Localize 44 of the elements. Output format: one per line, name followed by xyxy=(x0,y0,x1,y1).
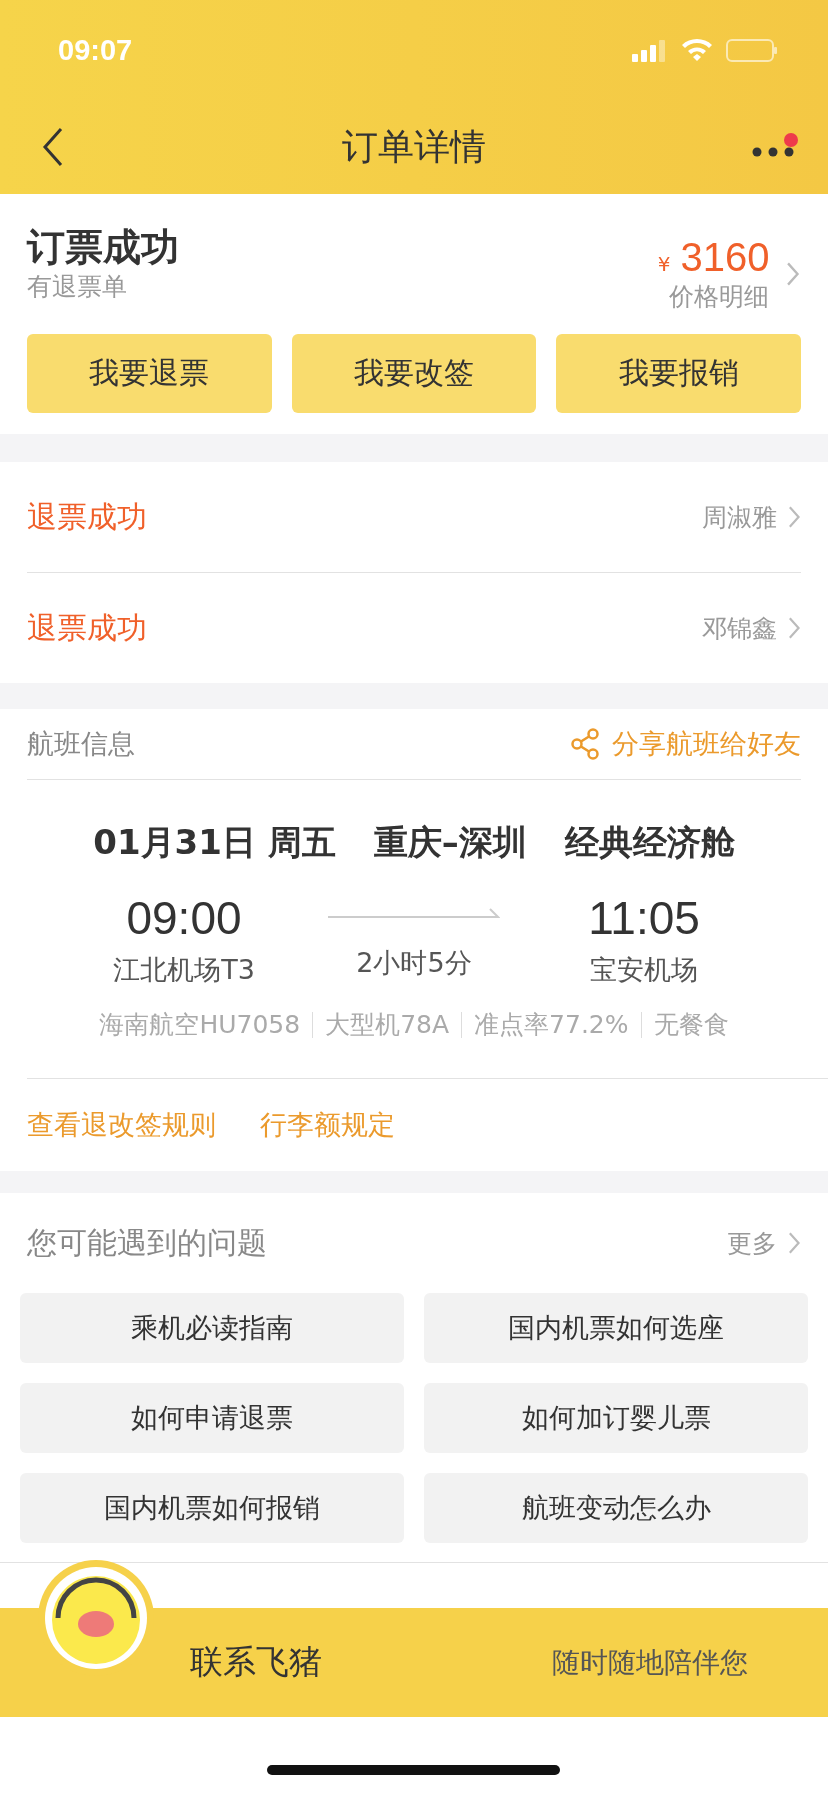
wifi-icon xyxy=(680,38,712,62)
page-title: 订单详情 xyxy=(342,124,486,169)
departure-time: 09:00 xyxy=(126,891,242,946)
departure-airport: 江北机场T3 xyxy=(113,953,255,987)
battery-icon xyxy=(726,38,778,62)
question-button[interactable]: 如何申请退票 xyxy=(20,1383,404,1453)
order-note: 有退票单 xyxy=(27,271,128,303)
arrival-airport: 宝安机场 xyxy=(590,953,698,987)
action-button[interactable]: 我要报销 xyxy=(556,334,801,413)
arrival-time: 11:05 xyxy=(588,891,700,946)
flight-detail: 无餐食 xyxy=(653,1009,729,1041)
refund-status: 退票成功 xyxy=(27,608,147,647)
question-button[interactable]: 乘机必读指南 xyxy=(20,1293,404,1363)
contact-slogan: 随时随地陪伴您 xyxy=(552,1644,748,1681)
back-icon xyxy=(42,127,64,167)
share-icon xyxy=(570,728,600,760)
chevron-right-icon xyxy=(786,505,801,529)
price: 3160 xyxy=(680,234,770,280)
section-title: 航班信息 xyxy=(27,727,135,761)
more-icon xyxy=(752,147,794,157)
currency-symbol: ¥ xyxy=(657,252,671,276)
chevron-right-icon xyxy=(786,1231,801,1255)
flight-date: 01月31日 周五 xyxy=(93,821,336,864)
chevron-right-icon xyxy=(785,261,801,287)
question-button[interactable]: 航班变动怎么办 xyxy=(424,1473,808,1543)
flight-detail: 准点率77.2% xyxy=(474,1009,629,1041)
cabin-class: 经典经济舱 xyxy=(564,821,735,864)
action-button[interactable]: 我要退票 xyxy=(27,334,272,413)
chevron-right-icon xyxy=(786,616,801,640)
order-status: 订票成功 xyxy=(27,224,179,270)
signal-icon xyxy=(632,38,666,62)
contact-bar[interactable]: 联系飞猪 随时随地陪伴您 xyxy=(0,1608,828,1717)
flight-detail: 海南航空HU7058 xyxy=(99,1009,301,1041)
section-title: 您可能遇到的问题 xyxy=(27,1223,267,1262)
flight-detail: 大型机78A xyxy=(325,1009,450,1041)
question-button[interactable]: 国内机票如何选座 xyxy=(424,1293,808,1363)
question-button[interactable]: 国内机票如何报销 xyxy=(20,1473,404,1543)
question-button[interactable]: 如何加订婴儿票 xyxy=(424,1383,808,1453)
flight-duration: 2小时5分 xyxy=(356,946,472,980)
action-button[interactable]: 我要改签 xyxy=(291,334,537,413)
refund-status: 退票成功 xyxy=(27,497,147,536)
status-time: 09:07 xyxy=(58,33,133,67)
contact-label: 联系飞猪 xyxy=(190,1641,322,1683)
flight-route: 重庆–深圳 xyxy=(373,821,527,864)
